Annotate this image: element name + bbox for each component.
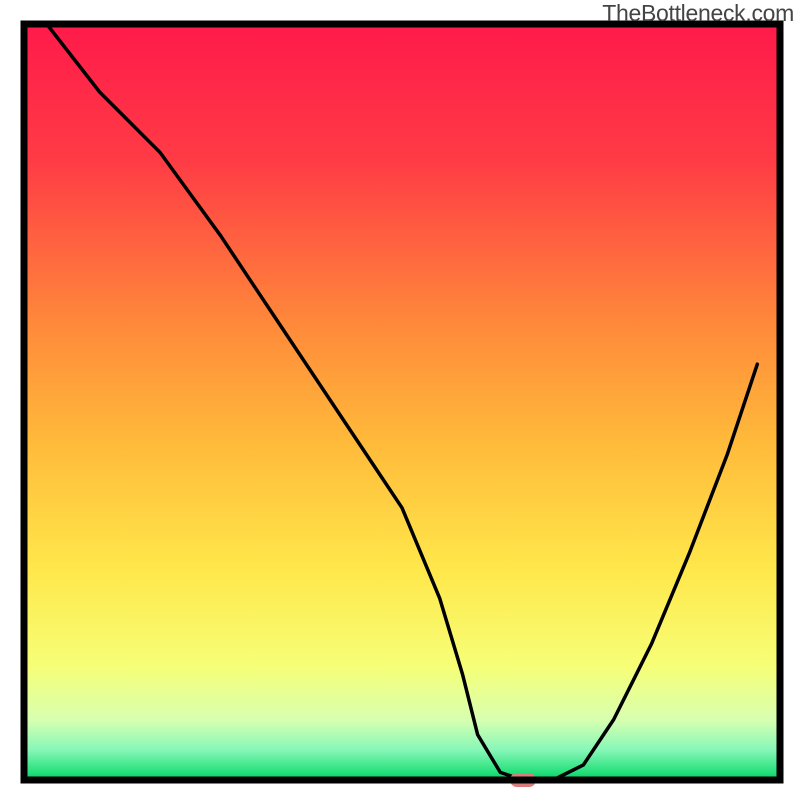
gradient-background — [24, 24, 780, 780]
chart-container: TheBottleneck.com — [0, 0, 800, 800]
watermark-text: TheBottleneck.com — [602, 0, 794, 27]
bottleneck-chart — [0, 0, 800, 800]
